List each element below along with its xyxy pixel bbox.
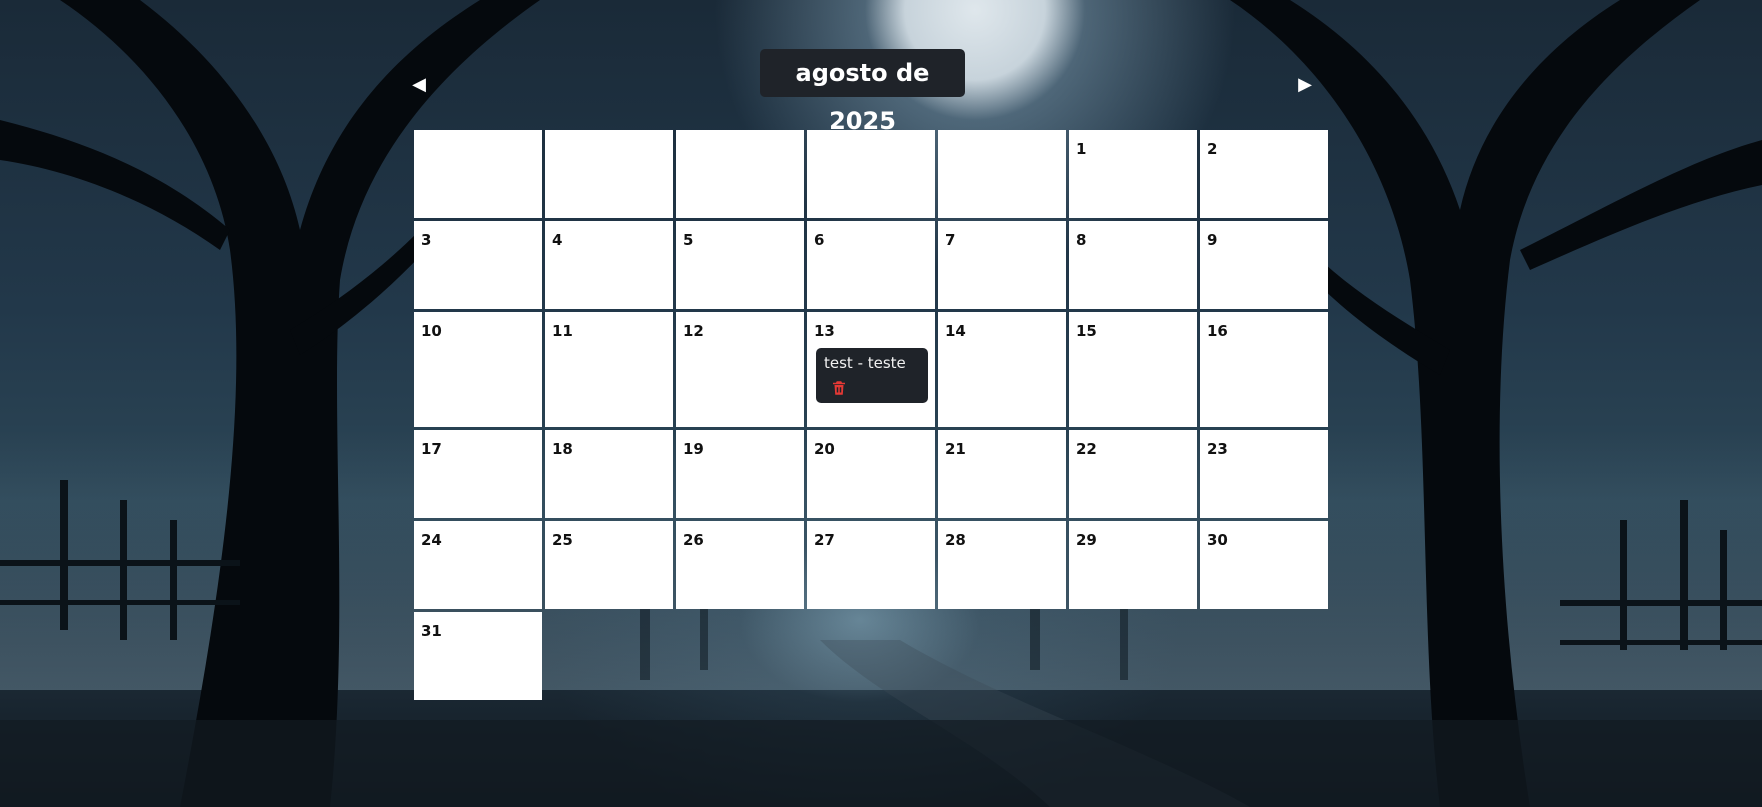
calendar-day-cell[interactable]: 24 <box>414 521 542 609</box>
month-title: agosto de 2025 <box>760 49 965 135</box>
calendar-day-cell[interactable]: 13 test - teste <box>807 312 935 427</box>
day-number: 26 <box>683 531 704 549</box>
calendar-day-cell[interactable]: 14 <box>938 312 1066 427</box>
calendar-empty-cell <box>414 130 542 218</box>
day-number: 21 <box>945 440 966 458</box>
calendar-day-cell[interactable]: 12 <box>676 312 804 427</box>
day-number: 3 <box>421 231 432 249</box>
day-number: 29 <box>1076 531 1097 549</box>
day-number: 16 <box>1207 322 1228 340</box>
day-number: 5 <box>683 231 694 249</box>
day-number: 25 <box>552 531 573 549</box>
day-number: 23 <box>1207 440 1228 458</box>
calendar-day-cell[interactable]: 2 <box>1200 130 1328 218</box>
day-number: 2 <box>1207 140 1218 158</box>
calendar-day-cell[interactable]: 18 <box>545 430 673 518</box>
day-number: 27 <box>814 531 835 549</box>
calendar-day-cell[interactable]: 16 <box>1200 312 1328 427</box>
event-title: test - teste <box>824 354 906 372</box>
calendar-day-cell[interactable]: 29 <box>1069 521 1197 609</box>
day-number: 8 <box>1076 231 1087 249</box>
calendar-day-cell[interactable]: 3 <box>414 221 542 309</box>
day-number: 13 <box>814 322 835 340</box>
prev-month-button[interactable]: ◀ <box>407 72 431 98</box>
calendar-day-cell[interactable]: 7 <box>938 221 1066 309</box>
event-card[interactable]: test - teste <box>816 348 928 403</box>
day-number: 14 <box>945 322 966 340</box>
day-number: 9 <box>1207 231 1218 249</box>
calendar-day-cell[interactable]: 17 <box>414 430 542 518</box>
day-number: 20 <box>814 440 835 458</box>
next-month-button[interactable]: ▶ <box>1293 72 1317 98</box>
day-number: 4 <box>552 231 563 249</box>
calendar-empty-cell <box>938 130 1066 218</box>
calendar-day-cell[interactable]: 5 <box>676 221 804 309</box>
day-number: 28 <box>945 531 966 549</box>
calendar-day-cell[interactable]: 15 <box>1069 312 1197 427</box>
calendar-day-cell[interactable]: 10 <box>414 312 542 427</box>
day-number: 15 <box>1076 322 1097 340</box>
calendar-day-cell[interactable]: 21 <box>938 430 1066 518</box>
day-number: 12 <box>683 322 704 340</box>
calendar-day-cell[interactable]: 9 <box>1200 221 1328 309</box>
day-number: 7 <box>945 231 956 249</box>
calendar-empty-cell <box>676 130 804 218</box>
calendar-day-cell[interactable]: 30 <box>1200 521 1328 609</box>
day-number: 6 <box>814 231 825 249</box>
calendar-day-cell[interactable]: 19 <box>676 430 804 518</box>
calendar-day-cell[interactable]: 1 <box>1069 130 1197 218</box>
calendar-day-cell[interactable]: 11 <box>545 312 673 427</box>
calendar-empty-cell <box>545 130 673 218</box>
day-number: 11 <box>552 322 573 340</box>
day-number: 1 <box>1076 140 1087 158</box>
calendar-day-cell[interactable]: 4 <box>545 221 673 309</box>
day-number: 19 <box>683 440 704 458</box>
calendar-day-cell[interactable]: 20 <box>807 430 935 518</box>
day-number: 24 <box>421 531 442 549</box>
calendar-day-cell[interactable]: 27 <box>807 521 935 609</box>
calendar-day-cell[interactable]: 31 <box>414 612 542 700</box>
calendar-day-cell[interactable]: 26 <box>676 521 804 609</box>
calendar-day-cell[interactable]: 25 <box>545 521 673 609</box>
day-number: 30 <box>1207 531 1228 549</box>
day-number: 18 <box>552 440 573 458</box>
calendar-day-cell[interactable]: 23 <box>1200 430 1328 518</box>
day-number: 31 <box>421 622 442 640</box>
day-number: 22 <box>1076 440 1097 458</box>
calendar-day-cell[interactable]: 22 <box>1069 430 1197 518</box>
calendar-empty-cell <box>807 130 935 218</box>
trash-icon[interactable] <box>830 379 848 397</box>
calendar-day-cell[interactable]: 8 <box>1069 221 1197 309</box>
day-number: 17 <box>421 440 442 458</box>
calendar-day-cell[interactable]: 28 <box>938 521 1066 609</box>
calendar-day-cell[interactable]: 6 <box>807 221 935 309</box>
day-number: 10 <box>421 322 442 340</box>
